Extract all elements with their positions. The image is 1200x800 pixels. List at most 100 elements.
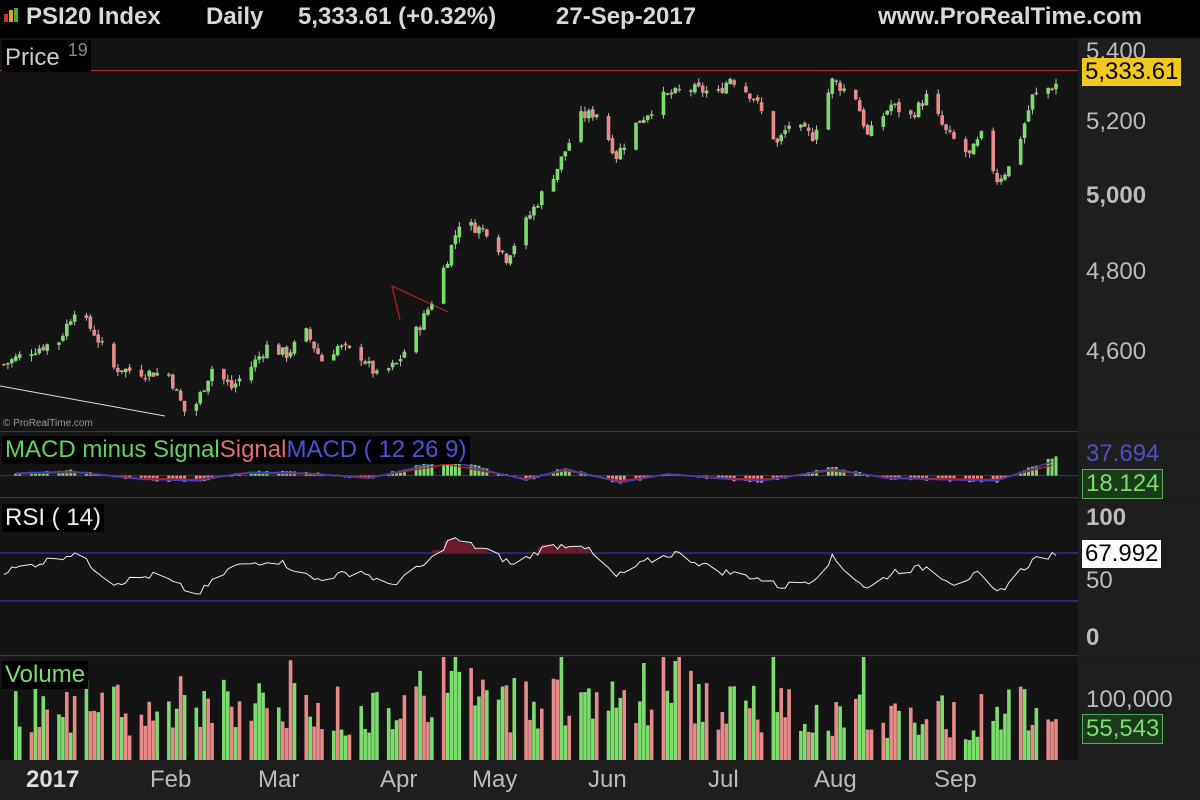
- candle: [335, 346, 340, 356]
- candle: [744, 86, 748, 93]
- volume-bar: [386, 708, 391, 760]
- candle: [971, 143, 976, 155]
- volume-bar: [720, 712, 725, 760]
- price-axis[interactable]: [1078, 38, 1200, 432]
- volume-bar: [838, 706, 842, 760]
- candle: [194, 404, 199, 411]
- candle: [367, 361, 371, 364]
- candle: [936, 93, 941, 114]
- candle: [559, 156, 564, 170]
- candle: [92, 329, 97, 336]
- volume-bar: [936, 701, 941, 760]
- month-aug: Aug: [814, 766, 857, 793]
- volume-bar: [783, 717, 787, 760]
- volume-bar: [304, 695, 309, 760]
- candle: [339, 345, 344, 347]
- candle: [920, 103, 925, 107]
- volume-bar: [143, 725, 148, 760]
- candle: [924, 93, 929, 106]
- volume-bar: [320, 729, 324, 760]
- macd-bar: [1046, 458, 1050, 476]
- interval-label: Daily: [206, 3, 264, 30]
- candle: [693, 84, 697, 93]
- candle: [1018, 138, 1023, 165]
- candle: [469, 221, 473, 226]
- volume-bar: [539, 708, 544, 760]
- candle: [1003, 174, 1007, 180]
- volume-bar: [704, 683, 709, 760]
- annotation-arrow: [391, 284, 449, 321]
- volume-bar: [732, 686, 736, 760]
- price-tick-5200: 5,200: [1086, 108, 1147, 135]
- candle: [386, 368, 391, 371]
- volume-bar: [363, 729, 367, 760]
- candle: [398, 359, 403, 362]
- source-link[interactable]: www.ProRealTime.com: [878, 3, 1142, 31]
- candle: [645, 115, 650, 120]
- candle: [975, 139, 980, 146]
- candle: [174, 389, 179, 391]
- candle: [606, 116, 611, 141]
- volume-bar: [528, 719, 532, 760]
- candle: [916, 102, 921, 118]
- price-title-suffix: 19: [67, 40, 88, 60]
- rsi-tick-0: 0: [1086, 624, 1100, 651]
- candle: [944, 124, 948, 130]
- volume-bar: [634, 723, 638, 760]
- candle: [806, 127, 811, 131]
- volume-bar: [1018, 686, 1023, 760]
- rsi-overbought-fill: [482, 548, 488, 553]
- candle: [316, 348, 320, 354]
- candle: [665, 93, 670, 95]
- volume-bar: [72, 696, 77, 760]
- candle: [178, 390, 183, 401]
- rsi-line: [3, 537, 1057, 595]
- volume-bar: [881, 722, 886, 760]
- volume-bar: [583, 692, 587, 760]
- volume-bar: [963, 739, 968, 760]
- volume-bar: [280, 721, 285, 760]
- candle: [206, 380, 210, 392]
- volume-bar: [449, 670, 454, 760]
- candle: [783, 130, 787, 135]
- volume-bar: [744, 700, 748, 760]
- volume-bar: [229, 706, 234, 760]
- rsi-overbought-fill: [561, 547, 566, 553]
- candle: [320, 354, 324, 362]
- candle: [787, 125, 791, 129]
- volume-bar: [174, 708, 179, 760]
- candle: [445, 263, 450, 268]
- candle: [508, 255, 513, 264]
- volume-bar: [940, 695, 944, 760]
- volume-bar: [755, 719, 760, 760]
- volume-bar: [532, 701, 536, 760]
- month-feb: Feb: [150, 766, 192, 793]
- month-jul: Jul: [708, 766, 739, 793]
- candle: [912, 115, 917, 118]
- candle: [29, 354, 34, 357]
- candle: [123, 368, 128, 373]
- volume-bar: [485, 690, 489, 760]
- candle: [889, 104, 893, 112]
- rsi-overbought-fill: [459, 542, 472, 553]
- candle: [830, 78, 835, 94]
- volume-bar: [92, 710, 97, 760]
- volume-bar: [343, 735, 348, 760]
- price-tick-5000: 5,000: [1086, 182, 1147, 209]
- candle: [555, 168, 560, 180]
- volume-bar: [68, 732, 73, 760]
- candle: [253, 359, 258, 368]
- volume-bar: [1026, 730, 1031, 760]
- candle: [155, 372, 159, 376]
- candle: [979, 130, 984, 139]
- volume-bar: [414, 686, 418, 760]
- candle: [1026, 110, 1031, 122]
- candle: [151, 372, 155, 377]
- volume-bar: [367, 732, 371, 760]
- volume-bar: [673, 661, 678, 760]
- volume-bar: [610, 681, 615, 760]
- volume-bar: [606, 710, 611, 760]
- volume-bar: [112, 686, 116, 760]
- volume-bar: [885, 737, 890, 760]
- volume-bar: [182, 695, 187, 760]
